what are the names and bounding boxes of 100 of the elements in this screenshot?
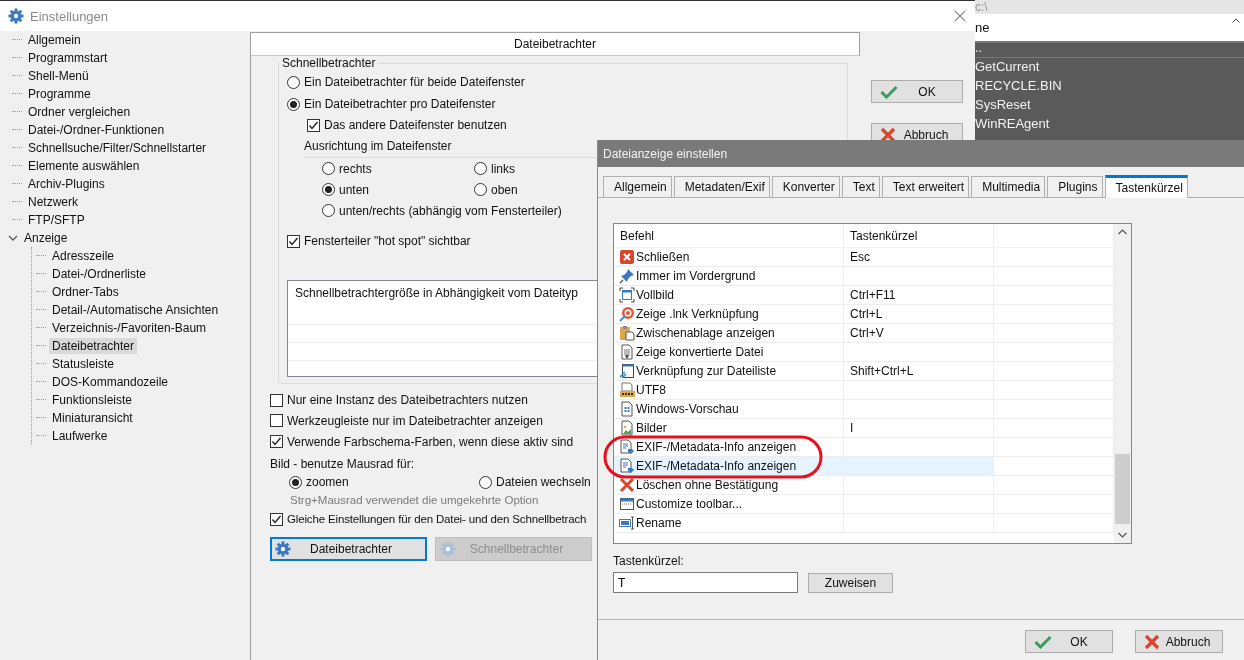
option-label: unten	[339, 182, 370, 197]
tree-item[interactable]: Dateibetrachter	[49, 338, 138, 354]
table-cell[interactable]: Zeige konvertierte Datei	[614, 343, 844, 362]
table-cell[interactable]: Löschen ohne Bestätigung	[614, 476, 844, 495]
checkbox[interactable]	[270, 435, 283, 448]
scrollbar-thumb[interactable]	[1115, 454, 1130, 524]
table-cell[interactable]: Customize toolbar...	[614, 495, 844, 514]
tab[interactable]: Multimedia	[971, 176, 1046, 197]
table-cell[interactable]: EXIF-/Metadata-Info anzeigen	[614, 457, 844, 476]
tree-item[interactable]: Ordner vergleichen	[25, 104, 134, 120]
path-text: c:\	[975, 0, 988, 14]
column-header[interactable]: Tastenkürzel	[844, 224, 994, 248]
tree-item[interactable]: Shell-Menü	[25, 68, 92, 84]
table-cell[interactable]: Verknüpfung zur Dateiliste	[614, 362, 844, 381]
scrollbar[interactable]	[1114, 224, 1131, 543]
checkbox-label: Gleiche Einstellungen für den Datei- und den Schnellbetrach	[287, 513, 587, 525]
radio-button[interactable]	[474, 162, 487, 175]
tab[interactable]: Text erweitert	[881, 176, 970, 197]
table-cell[interactable]: Zwischenablage anzeigen	[614, 324, 844, 343]
tree-item[interactable]: Allgemein	[25, 32, 84, 48]
tree-item[interactable]: Elemente auswählen	[25, 158, 143, 174]
checkbox-label: Nur eine Instanz des Dateibetrachters nutzen	[287, 393, 528, 407]
tree-item[interactable]: Anzeige	[21, 230, 71, 246]
table-cell[interactable]: Zeige .lnk Verknüpfung	[614, 305, 844, 324]
table-cell[interactable]: Rename	[614, 514, 844, 533]
tree-item[interactable]: Programme	[25, 86, 94, 102]
tab[interactable]: Tastenkürzel	[1104, 175, 1188, 198]
table-cell[interactable]: Bilder	[614, 419, 844, 438]
tree-item[interactable]: FTP/SFTP	[25, 212, 88, 228]
option-label: zoomen	[306, 475, 349, 489]
file-name[interactable]: SysReset	[975, 96, 1244, 115]
checkbox[interactable]	[270, 393, 283, 407]
file-name[interactable]: GetCurrent	[975, 58, 1244, 77]
checkbox[interactable]	[287, 234, 300, 248]
window-icon	[619, 401, 635, 417]
tagged-document-icon	[619, 439, 635, 455]
close-icon	[619, 249, 635, 265]
tab[interactable]: Plugins	[1047, 176, 1103, 197]
shortcut-field[interactable]: T	[613, 572, 798, 593]
file-name[interactable]: WinREAgent	[975, 115, 1244, 134]
file-name[interactable]: RECYCLE.BIN	[975, 77, 1244, 96]
settings-icon	[8, 8, 24, 24]
checkbox-label: Werkzeugleiste nur im Dateibetrachter anzeigen	[287, 413, 543, 428]
settings-button[interactable]: Dateibetrachter	[270, 537, 427, 561]
assign-button[interactable]: Zuweisen	[808, 572, 893, 593]
checkmark-icon	[880, 84, 898, 99]
cancel-button[interactable]: Abbruch	[1135, 630, 1223, 653]
tab[interactable]: Text	[841, 176, 880, 197]
tree-item[interactable]: Datei-/Ordnerliste	[49, 266, 150, 282]
tree-item[interactable]: Detail-/Automatische Ansichten	[49, 302, 222, 318]
tree-item[interactable]: Adresszeile	[49, 248, 118, 264]
checkbox[interactable]	[270, 414, 283, 427]
tree-item[interactable]: Funktionsleiste	[49, 392, 136, 408]
radio-button[interactable]	[322, 162, 335, 175]
section-label: Bild - benutze Mausrad für:	[270, 456, 415, 473]
tree-item[interactable]: Verzeichnis-/Favoriten-Baum	[49, 320, 210, 336]
radio-button[interactable]	[287, 75, 300, 89]
cross-icon	[1144, 633, 1160, 650]
tree-item[interactable]: Schnellsuche/Filter/Schnellstarter	[25, 140, 210, 156]
ok-button[interactable]: OK	[1025, 630, 1113, 653]
table-cell[interactable]: Immer im Vordergrund	[614, 267, 844, 286]
tree-item[interactable]: Miniaturansicht	[49, 410, 136, 426]
table-cell: Shift+Ctrl+L	[844, 362, 994, 381]
clipboard-icon	[619, 325, 635, 341]
tree-item[interactable]: Ordner-Tabs	[49, 284, 122, 300]
tree-item[interactable]: Laufwerke	[49, 428, 111, 444]
ok-button[interactable]: OK	[871, 80, 963, 103]
fullscreen-icon	[619, 287, 635, 303]
column-header[interactable]: Befehl	[614, 224, 844, 248]
radio-button[interactable]	[322, 183, 335, 196]
tree-item[interactable]: Programmstart	[25, 50, 111, 66]
rename-icon	[619, 515, 635, 531]
checkbox[interactable]	[307, 118, 320, 132]
tab[interactable]: Metadaten/Exif	[673, 176, 770, 197]
table-cell[interactable]: UTF8	[614, 381, 844, 400]
radio-button[interactable]	[322, 204, 335, 217]
table-cell[interactable]: Schließen	[614, 248, 844, 267]
tree-item[interactable]: Statusleiste	[49, 356, 118, 372]
tab[interactable]: Allgemein	[603, 176, 672, 197]
option-label: oben	[491, 182, 518, 197]
file-name[interactable]: ..	[975, 43, 1244, 58]
tree-item[interactable]: Netzwerk	[25, 194, 81, 210]
column-header[interactable]: ne	[975, 14, 1244, 43]
radio-button[interactable]	[474, 183, 487, 196]
tree-item[interactable]: DOS-Kommandozeile	[49, 374, 172, 390]
radio-button[interactable]	[289, 475, 302, 489]
close-icon	[954, 10, 966, 22]
tree-item[interactable]: Archiv-Plugins	[25, 176, 108, 192]
checkbox[interactable]	[270, 512, 283, 526]
target-icon	[619, 306, 635, 322]
table-cell[interactable]: Vollbild	[614, 286, 844, 305]
radio-button[interactable]	[479, 475, 492, 489]
dialog-title: Dateianzeige einstellen	[598, 140, 1244, 167]
cross-icon	[880, 126, 896, 143]
document-icon	[619, 344, 635, 360]
radio-button[interactable]	[287, 97, 300, 111]
tab[interactable]: Konverter	[771, 176, 840, 197]
option-label: Ein Dateibetrachter pro Dateifenster	[304, 97, 496, 111]
tree-item[interactable]: Datei-/Ordner-Funktionen	[25, 122, 168, 138]
table-cell[interactable]: Windows-Vorschau	[614, 400, 844, 419]
